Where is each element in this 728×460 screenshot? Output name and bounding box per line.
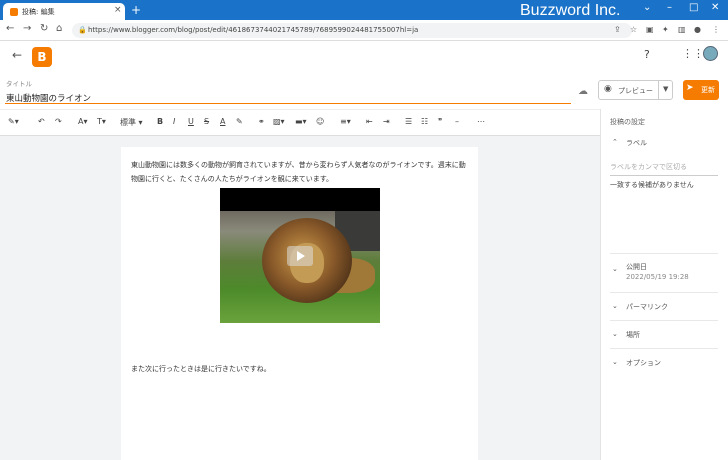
update-button[interactable]: ➤ 更新 [683, 80, 719, 100]
chevron-down-icon[interactable]: ⌄ [612, 358, 618, 366]
link-icon[interactable]: ⚭ [258, 117, 265, 126]
horizontal-rule-icon[interactable]: – [455, 117, 459, 126]
redo-icon[interactable]: ↷ [55, 117, 62, 126]
eye-icon: ◉ [604, 84, 612, 94]
close-tab-icon[interactable]: × [114, 5, 122, 15]
align-icon[interactable]: ≡▾ [340, 117, 351, 126]
more-options-icon[interactable]: ⋯ [477, 117, 485, 126]
location-section-title[interactable]: 場所 [626, 330, 640, 340]
forward-icon[interactable]: → [23, 23, 31, 34]
publish-section-title[interactable]: 公開日 [626, 262, 647, 272]
play-icon[interactable] [287, 246, 313, 266]
lock-icon: 🔒 [78, 26, 87, 34]
chevron-down-icon[interactable]: ⌄ [612, 265, 618, 273]
preview-divider [658, 81, 659, 99]
send-icon: ➤ [686, 83, 694, 93]
italic-icon[interactable]: I [173, 117, 175, 126]
body-paragraph-1[interactable]: 東山動物園には数多くの動物が飼育されていますが、昔から変わらず人気者なのがライオ… [131, 158, 471, 186]
url-bar[interactable]: 🔒 https://www.blogger.com/blog/post/edit… [72, 23, 632, 38]
sidebar-divider [610, 348, 718, 349]
sidebar-heading: 投稿の設定 [610, 118, 645, 126]
chevron-down-icon[interactable]: ⌄ [612, 330, 618, 338]
preview-label: プレビュー [618, 87, 653, 95]
labels-section-title[interactable]: ラベル [626, 138, 647, 148]
bullet-list-icon[interactable]: ☰ [405, 117, 412, 126]
numbered-list-icon[interactable]: ☷ [421, 117, 428, 126]
labels-underline [610, 175, 718, 176]
share-icon[interactable]: ⇪ [614, 25, 621, 34]
sidebar-divider [610, 253, 718, 254]
sidepanel-icon[interactable]: ▥ [678, 25, 686, 34]
indent-increase-icon[interactable]: ⇥ [383, 117, 390, 126]
back-icon[interactable]: ← [6, 23, 14, 34]
underline-icon[interactable]: U [188, 117, 194, 126]
home-icon[interactable]: ⌂ [56, 23, 62, 34]
apps-grid-icon[interactable]: ⋮⋮ [682, 47, 704, 60]
extension-icon[interactable]: ▣ [646, 25, 654, 34]
undo-icon[interactable]: ↶ [38, 117, 45, 126]
publish-date: 2022/05/19 19:28 [626, 273, 689, 281]
format-label: 標準 [120, 118, 136, 127]
url-text: https://www.blogger.com/blog/post/edit/4… [88, 26, 419, 34]
strikethrough-icon[interactable]: S [204, 117, 209, 126]
cloud-off-icon: ☁ [578, 86, 588, 97]
app-header [0, 41, 728, 75]
new-tab-button[interactable]: + [131, 3, 141, 17]
menu-icon[interactable]: ⋮ [712, 25, 720, 34]
text-color-icon[interactable]: A [220, 117, 225, 126]
chevron-down-icon[interactable]: ▼ [663, 85, 668, 93]
update-label: 更新 [701, 86, 715, 94]
text-size-icon[interactable]: T▾ [97, 117, 106, 126]
reload-icon[interactable]: ↻ [40, 23, 48, 34]
body-paragraph-2[interactable]: また次に行ったときは是に行きたいですね。 [131, 364, 271, 374]
image-icon[interactable]: ▨▾ [273, 117, 285, 126]
window-close-icon[interactable]: ✕ [711, 2, 719, 13]
video-icon[interactable]: ▬▾ [295, 117, 307, 126]
puzzle-icon[interactable]: ✦ [662, 25, 669, 34]
permalink-section-title[interactable]: パーマリンク [626, 302, 668, 312]
avatar[interactable] [703, 46, 718, 61]
tab-search-icon[interactable]: ⌄ [643, 2, 651, 13]
browser-tab[interactable]: 投稿: 編集 × [3, 3, 125, 20]
embedded-video[interactable] [220, 188, 380, 323]
emoji-icon[interactable]: ☺ [316, 117, 324, 126]
title-underline [5, 103, 571, 104]
chevron-down-icon[interactable]: ⌄ [612, 302, 618, 310]
blogger-favicon-icon [10, 8, 18, 16]
sidebar-divider [610, 292, 718, 293]
minimize-icon[interactable]: – [667, 2, 672, 13]
blogger-logo-icon[interactable]: B [32, 47, 52, 67]
title-label: タイトル [6, 80, 32, 88]
pen-icon[interactable]: ✎▾ [8, 117, 19, 126]
star-icon[interactable]: ☆ [630, 25, 637, 34]
sidebar-divider [610, 320, 718, 321]
quote-icon[interactable]: ❞ [438, 117, 442, 126]
tab-title: 投稿: 編集 [22, 8, 55, 16]
preview-button[interactable]: ◉ プレビュー ▼ [598, 80, 673, 100]
indent-decrease-icon[interactable]: ⇤ [366, 117, 373, 126]
highlight-icon[interactable]: ✎ [236, 117, 243, 126]
bold-icon[interactable]: B [157, 117, 163, 126]
profile-icon[interactable]: ● [694, 25, 701, 34]
font-icon[interactable]: A▾ [78, 117, 88, 126]
labels-input[interactable]: ラベルをカンマで区切る [610, 162, 687, 172]
brand-watermark: Buzzword Inc. [520, 2, 621, 19]
maximize-icon[interactable]: □ [689, 2, 698, 13]
no-match-message: 一致する候補がありません [610, 181, 694, 189]
chevron-up-icon[interactable]: ⌃ [612, 138, 618, 146]
help-icon[interactable]: ? [644, 48, 650, 61]
paragraph-format-dropdown[interactable]: 標準 ▾ [120, 117, 143, 128]
back-arrow-icon[interactable]: ← [12, 48, 22, 62]
options-section-title[interactable]: オプション [626, 358, 661, 368]
